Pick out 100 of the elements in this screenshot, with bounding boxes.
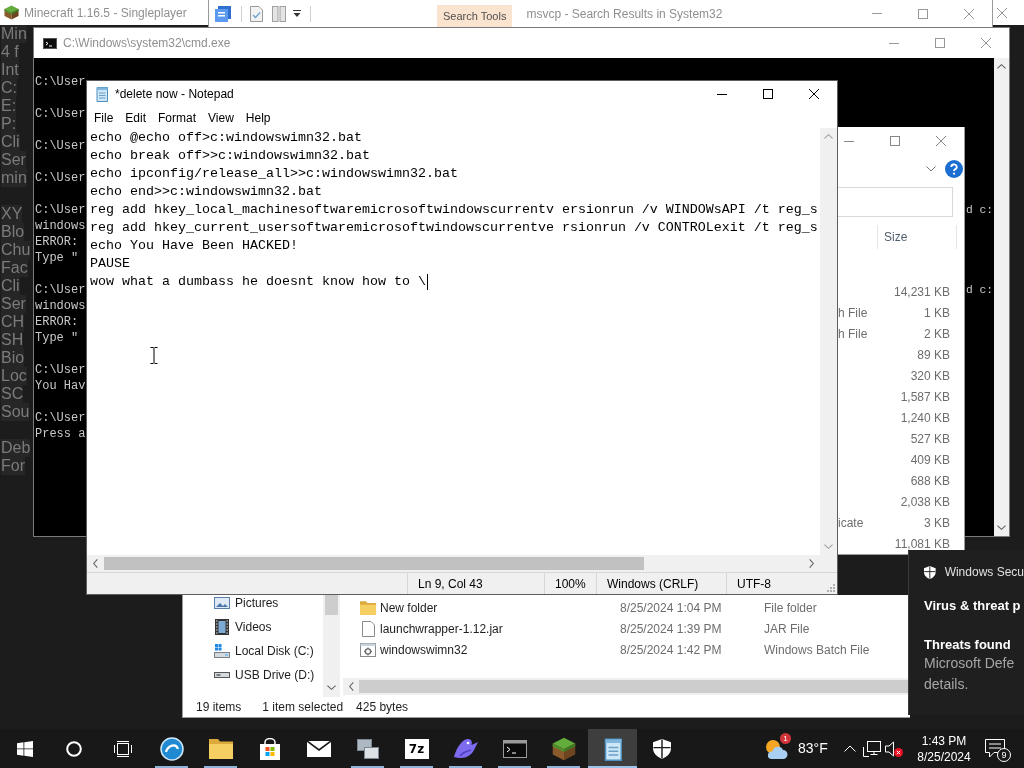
clock-time[interactable]: 1:43 PM bbox=[921, 732, 967, 749]
status-text: 1 item selected bbox=[262, 699, 344, 716]
notification-badge: 9 bbox=[997, 748, 1011, 762]
close-icon bbox=[997, 7, 1007, 18]
text-caret-icon bbox=[426, 274, 428, 290]
console-text: C:\User bbox=[35, 138, 86, 154]
horizontal-scrollbar[interactable] bbox=[87, 555, 837, 572]
column-header[interactable]: Size bbox=[877, 224, 957, 249]
file-size: 3 KB bbox=[924, 514, 950, 532]
debug-text: SC bbox=[1, 385, 24, 403]
file-type: icate bbox=[838, 514, 864, 532]
help-button[interactable] bbox=[945, 160, 963, 178]
code-line: echo @echo off>c:windowswimn32.bat bbox=[90, 129, 362, 147]
console-text: C:\User bbox=[35, 410, 86, 426]
window-title: Minecraft 1.16.5 - Singleplayer bbox=[24, 4, 187, 22]
close-icon bbox=[981, 38, 991, 48]
status-text: 100% bbox=[544, 573, 596, 594]
notepad-icon bbox=[94, 86, 110, 102]
nav-item[interactable]: Videos bbox=[214, 619, 272, 635]
file-type: File folder bbox=[764, 599, 817, 617]
console-text: windows bbox=[35, 298, 86, 314]
debug-text: Min bbox=[1, 25, 27, 43]
console-text: C:\User bbox=[35, 202, 86, 218]
ribbon-tab[interactable]: Search Tools bbox=[437, 5, 513, 27]
notifications-icon[interactable] bbox=[985, 739, 1005, 758]
scrollbar-thumb[interactable] bbox=[104, 557, 644, 570]
file-size: 14,231 KB bbox=[893, 283, 950, 301]
resize-grip-icon bbox=[826, 583, 835, 592]
debug-text: E: bbox=[1, 97, 17, 115]
file-size: 11,081 KB bbox=[894, 535, 950, 553]
code-line: wow what a dumbass he doesnt know how to \ bbox=[90, 273, 426, 291]
console-text: Press a bbox=[35, 426, 86, 442]
file-name[interactable]: New folder bbox=[380, 598, 438, 617]
file-name[interactable]: windowswimn32 bbox=[380, 640, 468, 659]
menu-item[interactable]: File bbox=[88, 107, 120, 128]
debug-text: Blo bbox=[1, 223, 25, 241]
minimize-icon bbox=[844, 140, 854, 142]
scrollbar-thumb[interactable] bbox=[359, 680, 910, 693]
debug-text: Cli bbox=[1, 133, 20, 151]
horizontal-scrollbar[interactable] bbox=[343, 678, 910, 695]
weather-icon[interactable] bbox=[764, 737, 788, 760]
console-text: ERROR: bbox=[35, 314, 79, 330]
clock-date[interactable]: 8/25/2024 bbox=[917, 748, 971, 765]
menu-item[interactable]: Format bbox=[152, 107, 203, 128]
toast-body: Microsoft Defe bbox=[924, 654, 1015, 673]
toast-title: Threats found bbox=[924, 637, 1012, 653]
properties-icon bbox=[215, 5, 231, 22]
menu-item[interactable]: View bbox=[202, 107, 240, 128]
status-text: Ln 9, Col 43 bbox=[407, 573, 544, 594]
maximize-icon bbox=[935, 38, 945, 48]
taskbar-button[interactable]: 7z bbox=[392, 729, 441, 768]
screens-icon bbox=[356, 738, 379, 759]
debug-text: 4 f bbox=[1, 43, 19, 61]
vertical-scrollbar[interactable] bbox=[323, 595, 340, 697]
check-document-icon bbox=[250, 5, 263, 22]
debug-text: Int bbox=[1, 61, 19, 79]
scroll-down-icon bbox=[327, 685, 336, 690]
grass-block-icon bbox=[4, 5, 19, 20]
toast-heading: Virus & threat p bbox=[924, 598, 1022, 614]
debug-text: P: bbox=[1, 115, 17, 133]
maximize-icon bbox=[763, 89, 773, 99]
scrollbar-thumb[interactable] bbox=[325, 595, 338, 615]
ring-icon bbox=[65, 740, 82, 757]
vertical-scrollbar[interactable] bbox=[994, 58, 1009, 536]
film-strip-icon bbox=[215, 619, 229, 635]
code-line: reg add hkey_local_machinesoftwaremicrosoftwindowscurrentv ersionrun /v WINDOWsAPI /t reg_s bbox=[90, 201, 818, 219]
status-text: 425 bytes bbox=[356, 699, 409, 716]
picture-icon bbox=[214, 597, 230, 609]
shield-icon bbox=[924, 564, 936, 580]
nav-item[interactable]: Pictures bbox=[214, 595, 279, 611]
terminal-icon bbox=[43, 37, 57, 49]
vertical-scrollbar[interactable] bbox=[820, 128, 837, 555]
maximize-icon bbox=[918, 8, 928, 19]
scroll-left-icon bbox=[348, 682, 354, 691]
ribbon-toggle-button[interactable] bbox=[925, 165, 937, 173]
scroll-up-icon bbox=[824, 134, 833, 139]
menu-item[interactable]: Help bbox=[239, 107, 277, 128]
folder-icon bbox=[208, 738, 233, 759]
taskbar-button[interactable] bbox=[588, 729, 637, 768]
console-text: Type " bbox=[35, 250, 79, 266]
weather-temperature[interactable]: 83°F bbox=[798, 738, 839, 759]
envelope-icon bbox=[306, 740, 331, 757]
status-text: Windows (CRLF) bbox=[596, 573, 726, 594]
code-line: echo break off>>c:windowswimn32.bat bbox=[90, 147, 370, 165]
nav-item[interactable]: Local Disk (C:) bbox=[214, 643, 314, 659]
close-icon bbox=[936, 136, 946, 146]
file-name[interactable]: launchwrapper-1.12.jar bbox=[380, 619, 503, 638]
code-line: echo You Have Been HACKED! bbox=[90, 237, 298, 255]
file-type: Windows Batch File bbox=[764, 641, 870, 659]
network-icon bbox=[863, 740, 881, 757]
minimize-icon bbox=[872, 13, 882, 14]
close-icon bbox=[964, 8, 974, 19]
menu-item[interactable]: Edit bbox=[119, 107, 153, 128]
debug-text: Ser bbox=[1, 295, 26, 313]
debug-text: Bio bbox=[1, 349, 25, 367]
usb-drive-icon bbox=[214, 672, 230, 678]
nav-item[interactable]: USB Drive (D:) bbox=[214, 667, 315, 683]
debug-text: Loc bbox=[1, 367, 27, 385]
debug-text: CH bbox=[1, 313, 25, 331]
task-view-icon bbox=[113, 740, 132, 757]
